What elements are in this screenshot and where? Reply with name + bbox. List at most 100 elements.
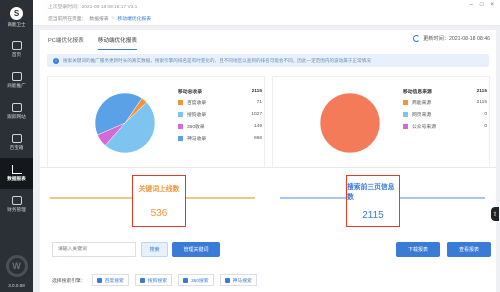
- breadcrumb: 您当前所在页面： 数据报表 > 移动端优化报表: [33, 12, 500, 26]
- sidebar-item-toolbox[interactable]: 百宝箱: [0, 127, 33, 158]
- sidebar-item-finance[interactable]: 财务管理: [0, 189, 33, 220]
- legend-row: 百度收录 71: [178, 96, 262, 108]
- keywords-online-label: 关键词上线数: [138, 186, 180, 194]
- view-report-button[interactable]: 查看报表: [447, 242, 491, 257]
- legend-value: 2115: [476, 99, 487, 105]
- sidebar-item-label: 百宝箱: [9, 145, 24, 150]
- legend-name: 360收录: [187, 124, 205, 130]
- toolbox-icon: [11, 134, 22, 143]
- engine-option-baidu[interactable]: 百度搜索: [91, 274, 129, 286]
- legend-value: 0: [484, 123, 487, 129]
- promotion-icon: [11, 72, 22, 81]
- pie-slice-商能来源: [319, 92, 381, 154]
- legend-header-value: 2115: [476, 89, 487, 94]
- notice-text: 搜索关键词的推广服务更新时长的真实数据，搜索引擎的排名是有时变化的，且不同地区以…: [63, 57, 371, 63]
- tab-pc-report[interactable]: PC端优化报表: [48, 30, 84, 50]
- legend-swatch: [178, 135, 183, 141]
- sidebar-item-reports[interactable]: 数据报表: [0, 158, 33, 189]
- home-icon: [11, 41, 22, 50]
- monitor-icon: [11, 103, 22, 112]
- download-report-button[interactable]: 下载报表: [396, 242, 440, 257]
- tab-mobile-report[interactable]: 移动端优化报表: [97, 30, 137, 50]
- sidebar: S 商能卫士 首页 商能推广 跟踪网站 百宝箱 数据报表 财务管理 W 3.0.…: [0, 0, 33, 292]
- version-label: 3.0.0.68: [8, 283, 25, 288]
- stats-panel: 关键词上线数 536 搜索前三页信息数 2115: [40, 167, 496, 229]
- app-logo: S 商能卫士: [0, 0, 33, 34]
- legend-row: 公众号来源 0: [403, 120, 487, 132]
- legend-row: 商能来源 2115: [403, 96, 487, 108]
- maximize-icon[interactable]: □: [480, 2, 484, 8]
- legend-value: 71: [256, 99, 262, 105]
- legend-value: 149: [253, 123, 262, 129]
- update-time[interactable]: 更新时间：2021-08-18 08:46: [413, 35, 490, 42]
- breadcrumb-prefix: 您当前所在页面：: [48, 17, 87, 22]
- sidebar-item-label: 数据报表: [7, 176, 26, 181]
- report-panel: PC端优化报表 移动端优化报表 更新时间：2021-08-18 08:46 i …: [40, 30, 496, 182]
- engine-selector: 选择搜索引擎： 百度搜索 搜狗搜索 360搜索 神马搜索: [52, 274, 257, 286]
- info-icon: i: [53, 57, 59, 64]
- checkbox-icon: [96, 277, 102, 283]
- keywords-online-stat: 关键词上线数 536: [132, 175, 186, 227]
- legend-value: 0: [484, 111, 487, 117]
- index-legend: 移动总收录 2115 百度收录 71 搜狗收录 1027 360收录 149 神…: [178, 87, 262, 144]
- sidebar-item-promotion[interactable]: 商能推广: [0, 65, 33, 96]
- top3-pages-label: 搜索前三页信息数: [347, 183, 395, 201]
- legend-row: 网页来源 0: [403, 108, 487, 120]
- legend-header: 移动总收录 2115: [178, 87, 262, 96]
- sidebar-item-label: 首页: [11, 52, 22, 57]
- breadcrumb-reports[interactable]: 数据报表: [89, 15, 108, 22]
- checkbox-icon: [224, 277, 230, 283]
- logo-text: 商能卫士: [7, 21, 26, 27]
- engine-selector-label: 选择搜索引擎：: [52, 278, 86, 284]
- breadcrumb-current: 移动端优化报表: [117, 17, 151, 22]
- legend-header-value: 2115: [251, 89, 262, 94]
- legend-name: 公众号来源: [412, 124, 436, 130]
- index-pie-chart: [94, 92, 156, 154]
- sidebar-item-label: 商能推广: [7, 83, 26, 88]
- sidebar-item-home[interactable]: 首页: [0, 34, 33, 65]
- brand-circle-icon: W: [5, 255, 28, 277]
- top3-pages-value: 2115: [362, 210, 384, 222]
- engine-option-sogou[interactable]: 搜狗搜索: [134, 274, 172, 286]
- update-time-label: 更新时间：2021-08-18 08:46: [423, 36, 490, 42]
- legend-header-label: 移动信息来源: [403, 90, 432, 95]
- sidebar-item-tracking[interactable]: 跟踪网站: [0, 96, 33, 127]
- chart-icon: [11, 165, 22, 174]
- legend-value: 1027: [251, 111, 262, 117]
- legend-name: 商能来源: [412, 100, 432, 106]
- close-icon[interactable]: ×: [490, 2, 494, 8]
- logo-icon: S: [10, 6, 23, 20]
- manage-keywords-button[interactable]: 管理关键词: [172, 242, 220, 257]
- finance-icon: [11, 196, 22, 205]
- title-bar: 上次登录时间：2021-08-18 09:18:17 V3.1 – □ ×: [33, 0, 500, 12]
- legend-value: 868: [253, 135, 262, 141]
- minimize-icon[interactable]: –: [470, 2, 473, 8]
- legend-name: 搜狗收录: [187, 112, 207, 118]
- source-legend: 移动信息来源 2115 商能来源 2115 网页来源 0 公众号来源 0: [403, 87, 487, 132]
- refresh-icon[interactable]: [413, 35, 421, 42]
- keywords-online-value: 536: [150, 207, 168, 219]
- top3-pages-stat: 搜索前三页信息数 2115: [346, 175, 400, 227]
- engine-option-shenma[interactable]: 神马搜索: [219, 274, 257, 286]
- notice-bar: i 搜索关键词的推广服务更新时长的真实数据，搜索引擎的排名是有时变化的，且不同地…: [47, 54, 489, 67]
- legend-swatch: [178, 111, 183, 117]
- search-button[interactable]: 搜索: [141, 242, 168, 257]
- mobile-index-card: 移动总收录 2115 百度收录 71 搜狗收录 1027 360收录 149 神…: [47, 76, 265, 178]
- breadcrumb-separator: >: [111, 16, 115, 21]
- engine-option-360[interactable]: 360搜索: [178, 274, 214, 286]
- checkbox-icon: [139, 277, 145, 283]
- legend-row: 神马收录 868: [178, 132, 262, 144]
- scroll-top-button[interactable]: ⇧: [491, 207, 499, 221]
- legend-name: 神马收录: [187, 136, 207, 142]
- legend-swatch: [178, 99, 183, 105]
- legend-swatch: [178, 123, 183, 129]
- legend-name: 网页来源: [412, 112, 432, 118]
- keyword-search-input[interactable]: [52, 242, 136, 257]
- checkbox-icon: [183, 277, 188, 283]
- mobile-source-card: 移动信息来源 2115 商能来源 2115 网页来源 0 公众号来源 0: [272, 76, 490, 178]
- legend-name: 百度收录: [187, 100, 207, 106]
- sidebar-item-label: 跟踪网站: [7, 114, 26, 119]
- legend-row: 360收录 149: [178, 120, 262, 132]
- last-login-text: 上次登录时间：2021-08-18 09:18:17 V3.1: [48, 4, 138, 10]
- sidebar-item-label: 财务管理: [7, 207, 26, 212]
